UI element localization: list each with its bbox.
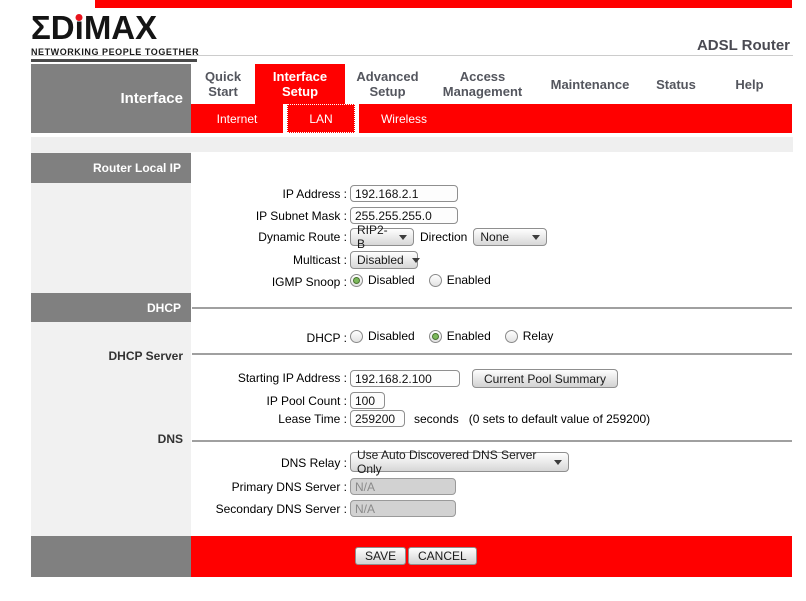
dynamic-route-select[interactable]: RIP2-B <box>350 228 414 246</box>
multicast-select[interactable]: Disabled <box>350 251 418 269</box>
lease-time-row: seconds (0 sets to default value of 2592… <box>350 410 650 427</box>
pool-count-input[interactable] <box>350 392 385 409</box>
dns-relay-select[interactable]: Use Auto Discovered DNS Server Only <box>350 452 569 472</box>
current-pool-summary-button[interactable]: Current Pool Summary <box>472 369 618 388</box>
dynamic-route-label: Dynamic Route : <box>191 230 347 244</box>
ip-address-label: IP Address : <box>191 187 347 201</box>
starting-ip-label: Starting IP Address : <box>191 371 347 385</box>
sidebar-section-title: Interface <box>31 64 191 133</box>
chevron-down-icon <box>554 460 562 465</box>
logo-letter-i: ı <box>75 10 84 46</box>
logo-text-right: MAX <box>84 9 157 46</box>
tab-access-management[interactable]: Access Management <box>430 64 535 104</box>
logo-red-dot-icon <box>76 14 83 21</box>
logo-text-left: ΣD <box>31 9 75 46</box>
dhcp-relay-label: Relay <box>523 329 554 343</box>
tab-advanced-setup[interactable]: Advanced Setup <box>345 64 430 104</box>
sidebar-label-dns: DNS <box>31 432 183 446</box>
tab-help[interactable]: Help <box>707 64 792 104</box>
dns-relay-row: Use Auto Discovered DNS Server Only <box>350 452 569 472</box>
direction-value: None <box>480 230 509 244</box>
starting-ip-input[interactable] <box>350 370 460 387</box>
content-top-bar <box>31 137 793 152</box>
divider-dns <box>192 440 792 442</box>
subtab-lan[interactable]: LAN <box>287 104 355 133</box>
subnet-mask-input[interactable] <box>350 207 458 224</box>
top-red-bar <box>95 0 792 8</box>
divider-dhcp <box>192 307 792 309</box>
save-button[interactable]: SAVE <box>355 547 406 565</box>
primary-dns-label: Primary DNS Server : <box>191 480 347 494</box>
multicast-value: Disabled <box>357 253 404 267</box>
ip-address-row <box>350 185 458 202</box>
tab-status[interactable]: Status <box>645 64 707 104</box>
secondary-dns-label: Secondary DNS Server : <box>191 502 347 516</box>
igmp-enabled-label: Enabled <box>447 273 491 287</box>
subtab-wireless[interactable]: Wireless <box>359 104 449 133</box>
direction-select[interactable]: None <box>473 228 547 246</box>
sidebar-column <box>31 152 191 536</box>
tab-quick-start[interactable]: Quick Start <box>191 64 255 104</box>
section-dhcp: DHCP <box>31 293 191 322</box>
tab-maintenance[interactable]: Maintenance <box>535 64 645 104</box>
pool-count-label: IP Pool Count : <box>191 394 347 408</box>
dhcp-relay-radio[interactable] <box>505 330 518 343</box>
footer-red-bar: SAVE CANCEL <box>191 536 792 577</box>
igmp-disabled-label: Disabled <box>368 273 415 287</box>
subnet-mask-row <box>350 207 458 224</box>
chevron-down-icon <box>532 235 540 240</box>
igmp-snoop-label: IGMP Snoop : <box>191 275 347 289</box>
cancel-button[interactable]: CANCEL <box>408 547 477 565</box>
ip-address-input[interactable] <box>350 185 458 202</box>
footer-gray-block <box>31 536 191 577</box>
dhcp-enabled-label: Enabled <box>447 329 491 343</box>
starting-ip-row: Current Pool Summary <box>350 369 618 388</box>
dhcp-label: DHCP : <box>191 331 347 345</box>
lease-time-unit: seconds <box>414 412 459 426</box>
multicast-label: Multicast : <box>191 253 347 267</box>
dhcp-disabled-label: Disabled <box>368 329 415 343</box>
router-admin-page: ΣDıMAX NETWORKING PEOPLE TOGETHER ADSL R… <box>0 0 806 601</box>
lease-time-note: (0 sets to default value of 259200) <box>469 412 650 426</box>
chevron-down-icon <box>412 258 420 263</box>
subnet-mask-label: IP Subnet Mask : <box>191 209 347 223</box>
main-tabs: Quick Start Interface Setup Advanced Set… <box>191 64 792 104</box>
dhcp-row: Disabled Enabled Relay <box>350 329 567 343</box>
primary-dns-input <box>350 478 456 495</box>
product-title: ADSL Router <box>650 37 790 54</box>
dynamic-route-value: RIP2-B <box>357 223 391 251</box>
section-router-local-ip: Router Local IP <box>31 153 191 183</box>
dns-relay-label: DNS Relay : <box>191 456 347 470</box>
subtab-internet[interactable]: Internet <box>191 104 283 133</box>
primary-dns-row <box>350 478 456 495</box>
tab-interface-setup[interactable]: Interface Setup <box>255 64 345 104</box>
pool-count-row <box>350 392 385 409</box>
secondary-dns-row <box>350 500 456 517</box>
secondary-dns-input <box>350 500 456 517</box>
chevron-down-icon <box>399 235 407 240</box>
multicast-row: Disabled <box>350 251 418 269</box>
igmp-snoop-row: Disabled Enabled <box>350 273 505 287</box>
dynamic-route-row: RIP2-B Direction None <box>350 228 547 246</box>
dns-relay-value: Use Auto Discovered DNS Server Only <box>357 448 546 476</box>
dhcp-enabled-radio[interactable] <box>429 330 442 343</box>
direction-label: Direction <box>420 230 467 244</box>
header-divider <box>31 55 793 56</box>
sub-tabs-bar: Internet LAN Wireless <box>191 104 792 133</box>
divider-dhcp-server <box>192 353 792 355</box>
lease-time-input[interactable] <box>350 410 405 427</box>
igmp-enabled-radio[interactable] <box>429 274 442 287</box>
igmp-disabled-radio[interactable] <box>350 274 363 287</box>
sidebar-label-dhcp-server: DHCP Server <box>31 349 183 363</box>
dhcp-disabled-radio[interactable] <box>350 330 363 343</box>
edimax-logo-text: ΣDıMAX <box>31 10 211 46</box>
logo-underline <box>31 59 197 62</box>
lease-time-label: Lease Time : <box>191 412 347 426</box>
